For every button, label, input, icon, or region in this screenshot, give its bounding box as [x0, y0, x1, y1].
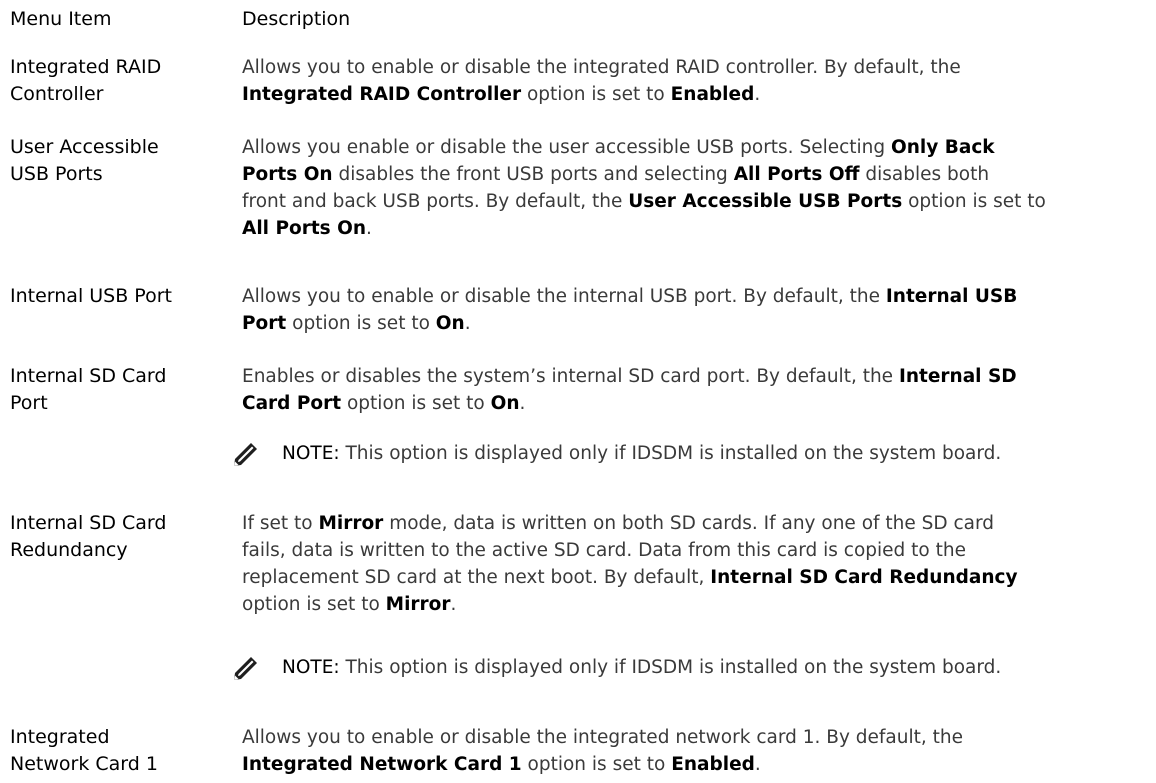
- pencil-note-icon: [234, 657, 257, 680]
- note-callout: NOTE: This option is displayed only if I…: [232, 440, 1142, 470]
- menu-item-description: Allows you to enable or disable the inte…: [242, 286, 1018, 334]
- menu-item-description: Allows you to enable or disable the inte…: [242, 57, 961, 105]
- menu-item-term: Internal SD Card Port: [10, 365, 167, 414]
- menu-item-description: Allows you to enable or disable the inte…: [242, 727, 964, 775]
- note-text: NOTE: This option is displayed only if I…: [282, 657, 1002, 678]
- menu-item-description: Enables or disables the system’s interna…: [242, 366, 1017, 414]
- menu-item-description: If set to Mirror mode, data is written o…: [242, 513, 1018, 615]
- note-text: NOTE: This option is displayed only if I…: [282, 443, 1002, 464]
- pencil-note-icon: [234, 443, 257, 466]
- menu-item-term: Internal SD Card Redundancy: [10, 512, 167, 561]
- menu-item-term: Internal USB Port: [10, 285, 172, 307]
- note-callout: NOTE: This option is displayed only if I…: [232, 654, 1142, 684]
- table-header: Menu Item Description: [10, 8, 1150, 38]
- header-description: Description: [242, 8, 351, 30]
- menu-item-description: Allows you enable or disable the user ac…: [242, 137, 1046, 239]
- menu-item-term: User Accessible USB Ports: [10, 136, 159, 185]
- header-menu-item: Menu Item: [10, 8, 112, 30]
- menu-item-term: Integrated RAID Controller: [10, 56, 162, 105]
- menu-item-term: Integrated Network Card 1: [10, 726, 158, 775]
